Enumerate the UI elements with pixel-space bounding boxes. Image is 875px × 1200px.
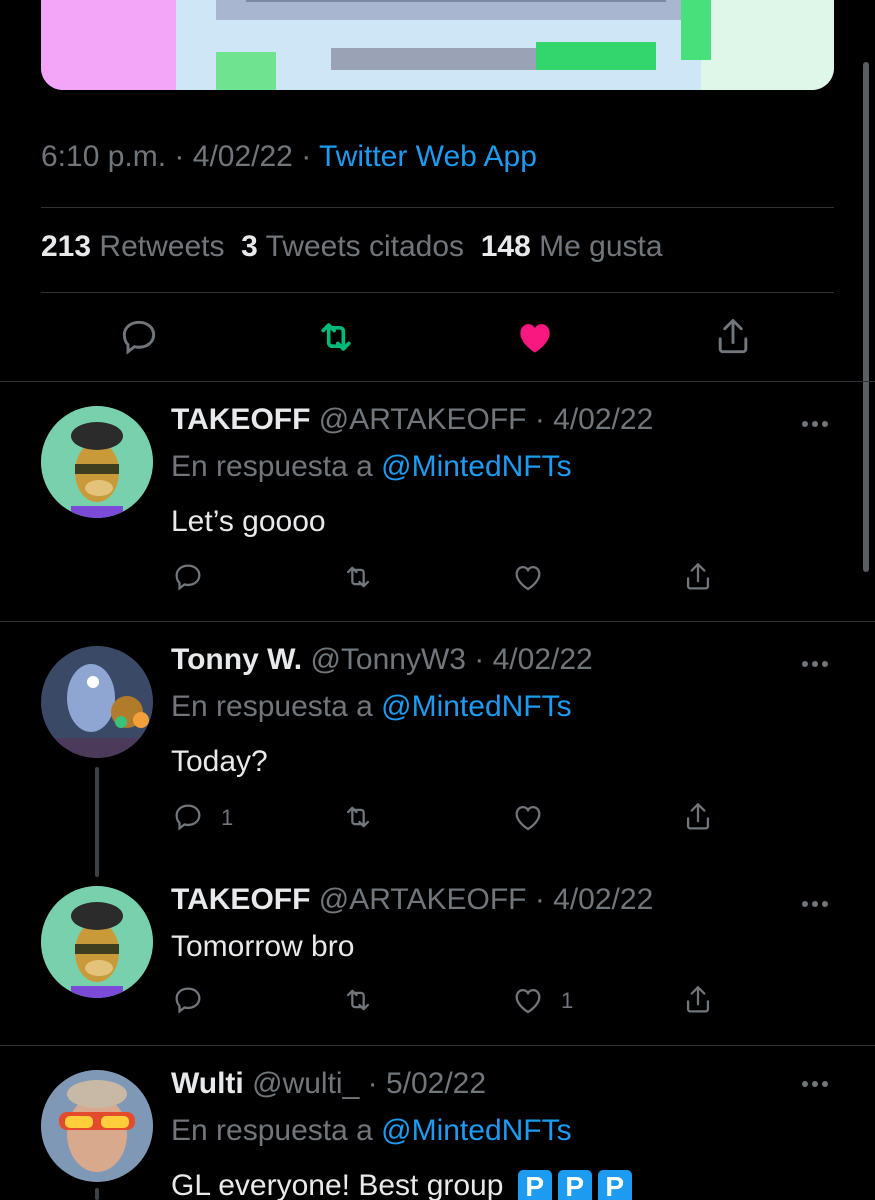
like-icon[interactable]: [513, 315, 557, 359]
share-icon[interactable]: [681, 800, 715, 834]
reply-author-name[interactable]: TAKEOFF: [171, 883, 310, 916]
retweet-icon[interactable]: [341, 983, 375, 1017]
reply-count: 1: [221, 805, 234, 830]
in-reply-to: En respuesta a @MintedNFTs: [171, 690, 572, 723]
reply-author-handle[interactable]: @wulti_: [252, 1067, 359, 1100]
reply-action-bar: 1: [171, 800, 731, 840]
share-icon[interactable]: [681, 983, 715, 1017]
share-icon[interactable]: [681, 560, 715, 594]
reply-date[interactable]: 4/02/22: [553, 403, 653, 436]
retweet-icon[interactable]: [341, 560, 375, 594]
quotes-stat[interactable]: 3 Tweets citados: [241, 230, 464, 263]
reply-text: Let’s goooo: [171, 505, 326, 538]
reply-author-handle[interactable]: @ARTAKEOFF: [319, 883, 527, 916]
like-icon[interactable]: [511, 983, 545, 1017]
share-icon[interactable]: [711, 315, 755, 359]
reply-text: Today?: [171, 745, 268, 778]
tweet-time[interactable]: 6:10 p.m.: [41, 140, 166, 173]
retweets-stat[interactable]: 213 Retweets: [41, 230, 224, 263]
tweet-source[interactable]: Twitter Web App: [319, 140, 537, 173]
mention-link[interactable]: @MintedNFTs: [381, 450, 572, 483]
retweet-icon[interactable]: [314, 315, 358, 359]
tweet-media-image[interactable]: [41, 0, 834, 90]
reply-text: Tomorrow bro: [171, 930, 355, 963]
thread-line: [95, 1188, 99, 1200]
reply-author-handle[interactable]: @ARTAKEOFF: [319, 403, 527, 436]
reply-date[interactable]: 5/02/22: [386, 1067, 486, 1100]
reply-author-name[interactable]: TAKEOFF: [171, 403, 310, 436]
like-icon[interactable]: [511, 800, 545, 834]
like-icon[interactable]: [511, 560, 545, 594]
reply-tweet[interactable]: Wulti @wulti_ · 5/02/22 En respuesta a @…: [0, 1045, 875, 1200]
avatar[interactable]: [41, 646, 153, 758]
retweet-icon[interactable]: [341, 800, 375, 834]
tweet-timestamp: 6:10 p.m. · 4/02/22 · Twitter Web App: [41, 140, 537, 173]
in-reply-to: En respuesta a @MintedNFTs: [171, 450, 572, 483]
more-options-icon[interactable]: [798, 897, 832, 911]
avatar[interactable]: [41, 406, 153, 518]
reply-tweet[interactable]: TAKEOFF @ARTAKEOFF · 4/02/22 En respuest…: [0, 381, 875, 621]
reply-tweet[interactable]: TAKEOFF @ARTAKEOFF · 4/02/22 Tomorrow br…: [0, 861, 875, 1044]
tweet-action-bar: [41, 315, 834, 365]
reply-action-bar: 1: [171, 983, 731, 1023]
reply-tweet[interactable]: Tonny W. @TonnyW3 · 4/02/22 En respuesta…: [0, 621, 875, 861]
avatar[interactable]: [41, 1070, 153, 1182]
more-options-icon[interactable]: [798, 657, 832, 671]
divider: [41, 292, 834, 293]
more-options-icon[interactable]: [798, 1077, 832, 1091]
likes-stat[interactable]: 148 Me gusta: [481, 230, 663, 263]
reply-icon[interactable]: [171, 800, 205, 834]
like-count: 1: [561, 988, 574, 1013]
p-button-emoji: P: [597, 1170, 632, 1200]
reply-author-name[interactable]: Wulti: [171, 1067, 244, 1100]
reply-text: GL everyone! Best group PPP: [171, 1169, 632, 1200]
divider: [41, 207, 834, 208]
reply-icon[interactable]: [171, 983, 205, 1017]
reply-action-bar: [171, 560, 731, 600]
mention-link[interactable]: @MintedNFTs: [381, 1114, 572, 1147]
p-button-emoji: P: [557, 1170, 592, 1200]
reply-icon[interactable]: [171, 560, 205, 594]
reply-date[interactable]: 4/02/22: [493, 643, 593, 676]
reply-icon[interactable]: [117, 315, 161, 359]
avatar[interactable]: [41, 886, 153, 998]
p-button-emoji: P: [517, 1170, 552, 1200]
tweet-stats: 213 Retweets 3 Tweets citados 148 Me gus…: [41, 230, 663, 264]
reply-date[interactable]: 4/02/22: [553, 883, 653, 916]
reply-author-handle[interactable]: @TonnyW3: [310, 643, 466, 676]
mention-link[interactable]: @MintedNFTs: [381, 690, 572, 723]
tweet-date[interactable]: 4/02/22: [193, 140, 293, 173]
more-options-icon[interactable]: [798, 417, 832, 431]
in-reply-to: En respuesta a @MintedNFTs: [171, 1114, 572, 1147]
reply-author-name[interactable]: Tonny W.: [171, 643, 302, 676]
